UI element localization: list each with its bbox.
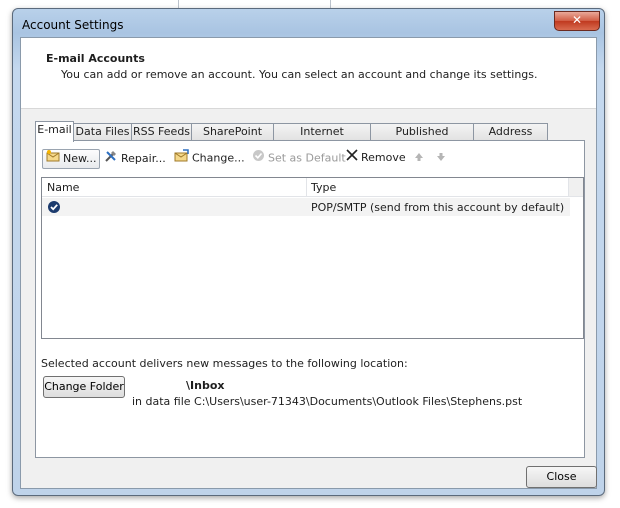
column-divider[interactable] — [306, 178, 307, 196]
email-tab-panel: New... Repair... Change... Set as Defaul… — [35, 140, 585, 458]
move-up-button[interactable] — [414, 150, 427, 170]
arrow-down-icon — [436, 150, 446, 168]
set-as-default-label: Set as Default — [268, 151, 346, 165]
dialog-body: E-mail Accounts You can add or remove an… — [20, 37, 597, 489]
window-title: Account Settings — [22, 18, 124, 32]
remove-button-label: Remove — [361, 151, 406, 164]
change-folder-button[interactable]: Change Folder — [43, 376, 125, 398]
repair-tools-icon — [104, 149, 118, 169]
dialog-header: E-mail Accounts You can add or remove an… — [21, 38, 596, 109]
tab-email[interactable]: E-mail — [35, 121, 74, 142]
tab-published-calendars[interactable]: Published Calendars — [370, 123, 474, 154]
new-account-button[interactable]: New... — [42, 149, 101, 169]
new-button-label: New... — [63, 152, 97, 165]
column-header-type[interactable]: Type — [311, 181, 336, 194]
account-settings-window: Account Settings ✕ E-mail Accounts You c… — [12, 8, 605, 496]
repair-button[interactable]: Repair... — [104, 149, 166, 169]
account-list[interactable]: Name Type POP/SMTP (send from this accou… — [41, 177, 584, 339]
header-description: You can add or remove an account. You ca… — [61, 68, 538, 81]
tab-sharepoint-lists[interactable]: SharePoint Lists — [191, 123, 274, 154]
account-type: POP/SMTP (send from this account by defa… — [311, 201, 565, 214]
column-header-name[interactable]: Name — [47, 181, 79, 194]
new-account-icon — [46, 150, 60, 168]
tab-rss-feeds[interactable]: RSS Feeds — [131, 123, 192, 140]
change-button[interactable]: Change... — [174, 149, 245, 169]
change-button-label: Change... — [192, 151, 245, 165]
change-account-icon — [174, 149, 189, 168]
window-close-button[interactable]: ✕ — [554, 11, 600, 31]
data-file-path: in data file C:\Users\user-71343\Documen… — [132, 395, 523, 408]
tab-address-books[interactable]: Address Books — [473, 123, 548, 154]
remove-x-icon — [346, 149, 358, 167]
title-bar: Account Settings ✕ — [13, 9, 604, 37]
set-as-default-button[interactable]: Set as Default — [252, 149, 346, 169]
remove-button[interactable]: Remove — [346, 149, 406, 169]
checkmark-circle-icon — [252, 149, 265, 168]
header-title: E-mail Accounts — [46, 52, 145, 65]
list-header: Name Type — [42, 178, 583, 197]
account-toolbar: New... Repair... Change... Set as Defaul… — [42, 149, 582, 169]
delivery-location-label: Selected account delivers new messages t… — [41, 357, 408, 370]
delivery-folder: \Inbox — [186, 379, 225, 392]
tab-data-files[interactable]: Data Files — [73, 123, 132, 140]
repair-button-label: Repair... — [121, 152, 166, 165]
header-filler — [568, 178, 583, 196]
close-button[interactable]: Close — [526, 466, 597, 488]
default-account-check-icon — [47, 200, 61, 217]
arrow-up-icon — [414, 150, 424, 168]
account-row[interactable]: POP/SMTP (send from this account by defa… — [42, 198, 570, 216]
move-down-button[interactable] — [436, 150, 449, 170]
tab-internet-calendars[interactable]: Internet Calendars — [273, 123, 371, 154]
